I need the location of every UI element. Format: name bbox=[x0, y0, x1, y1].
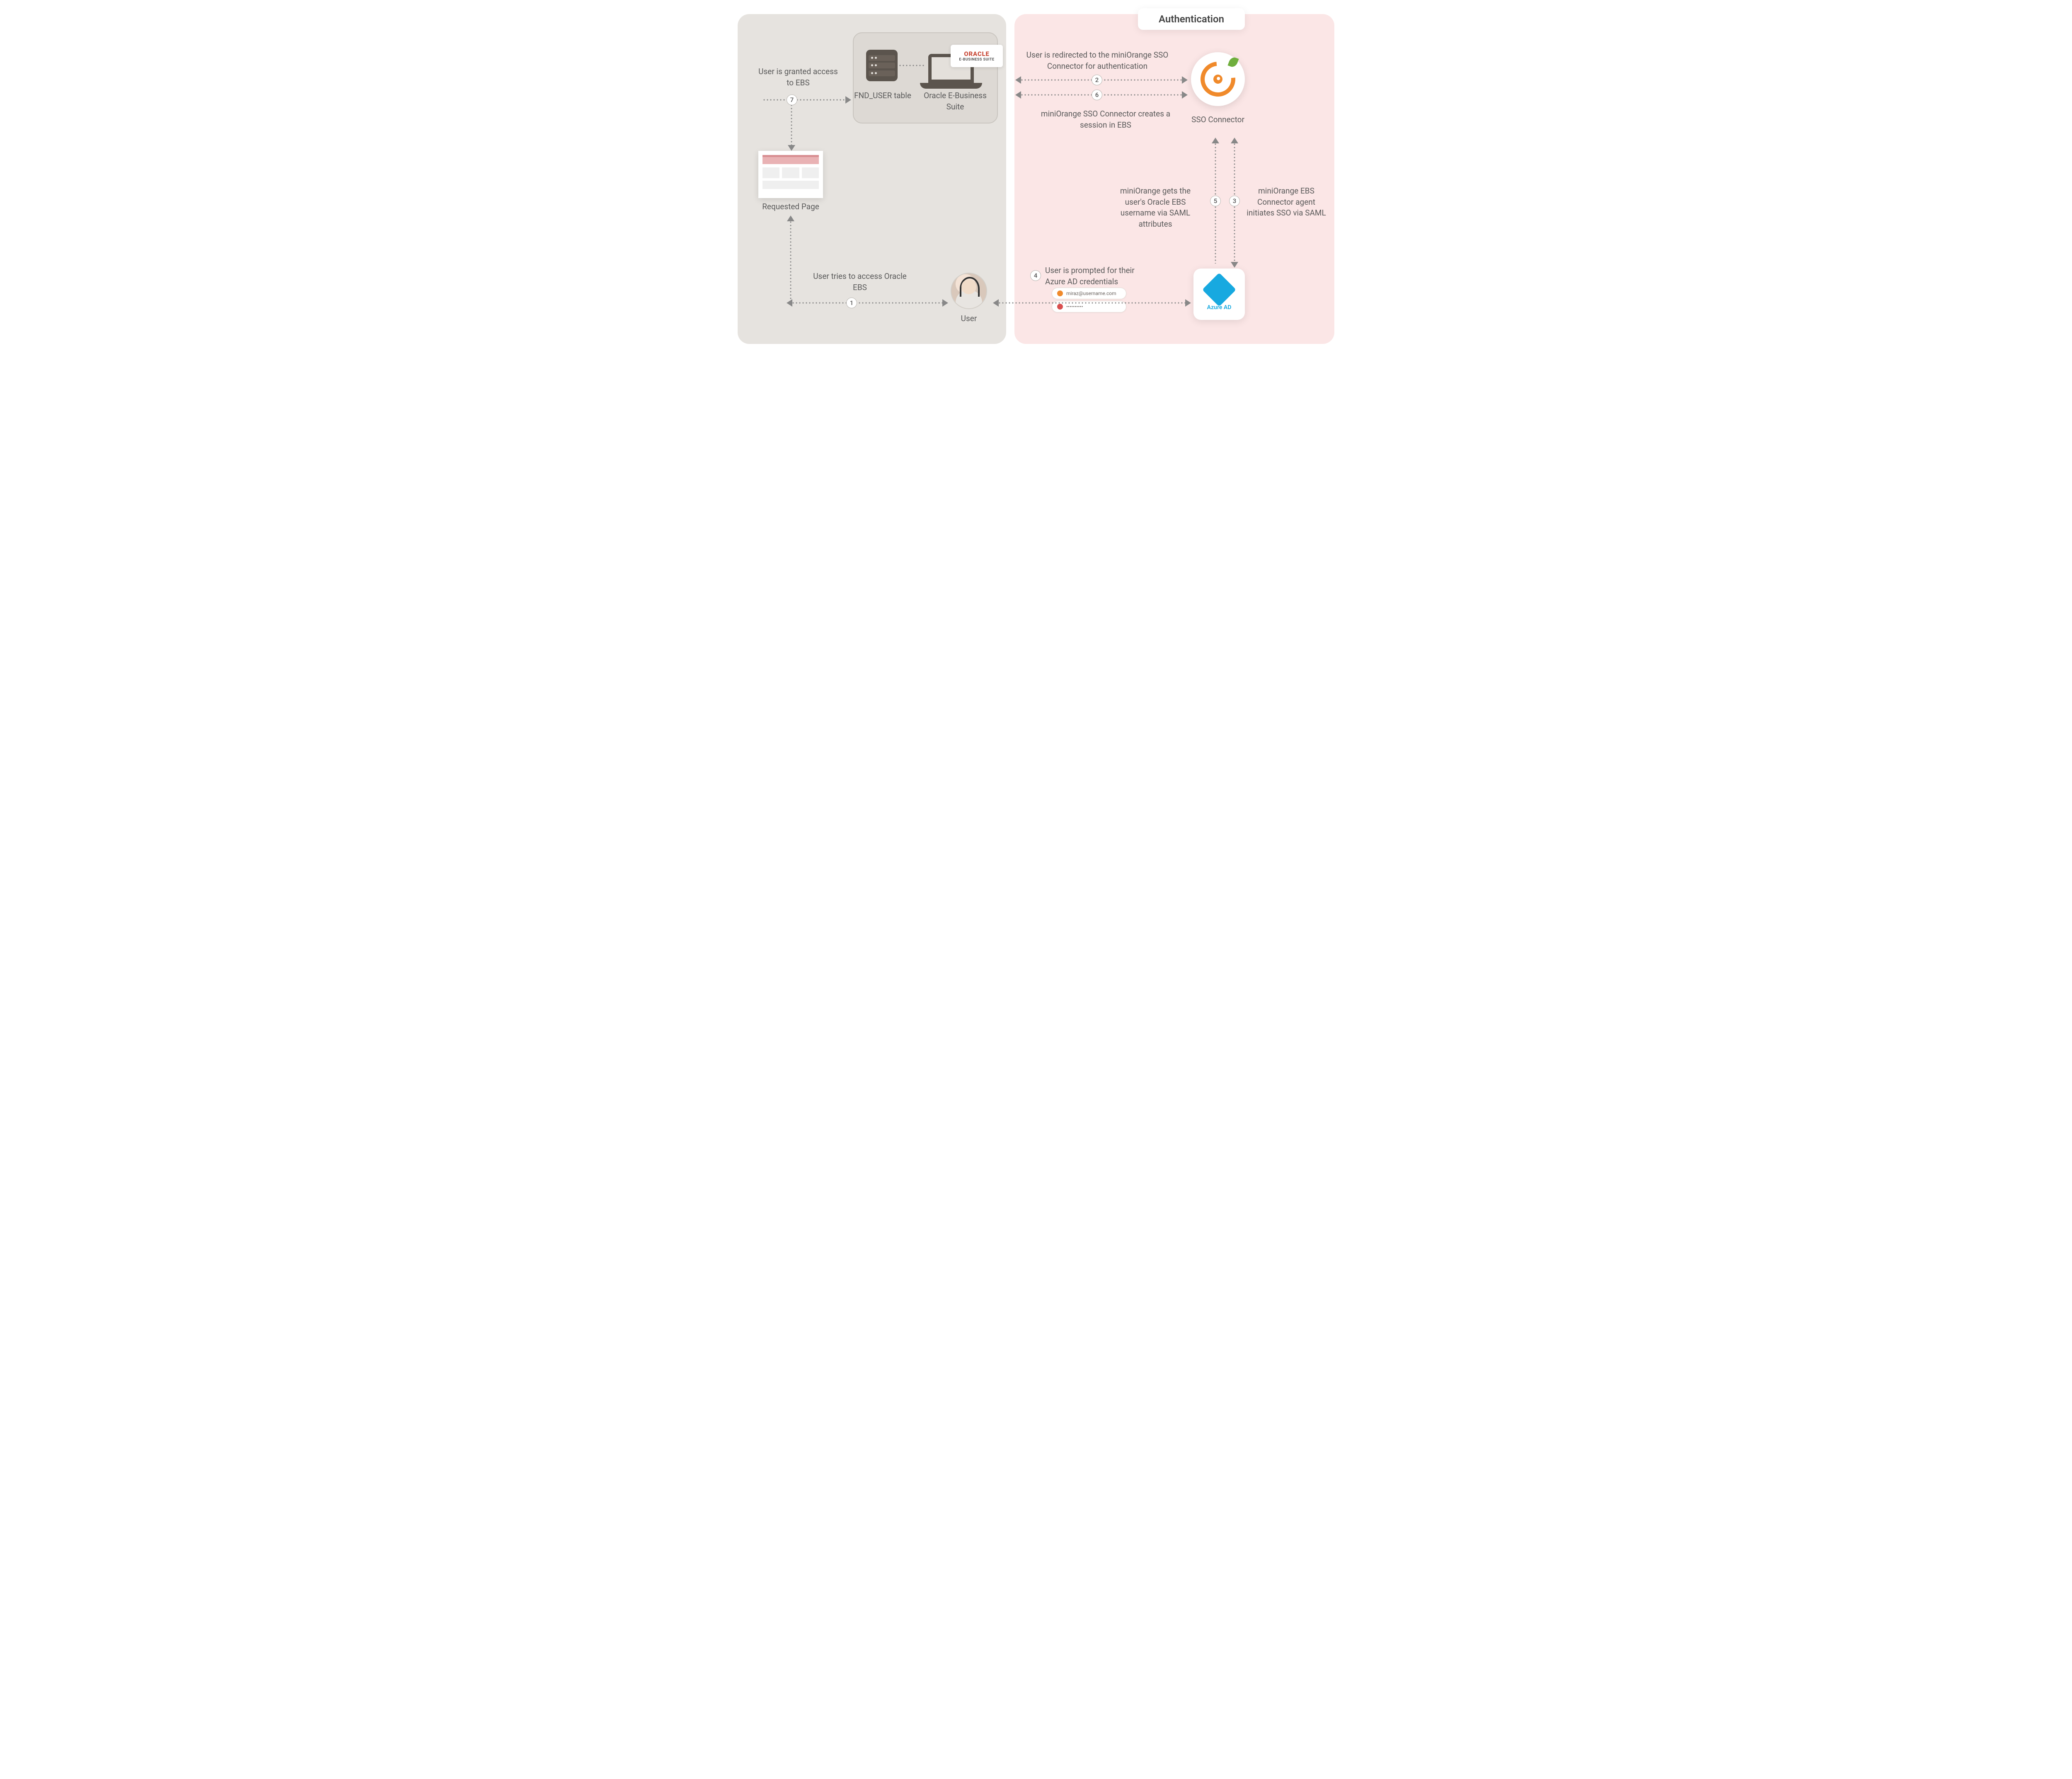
user-avatar-icon bbox=[951, 273, 987, 309]
step5-text: miniOrange gets the user's Oracle EBS us… bbox=[1110, 186, 1201, 230]
step6-text: miniOrange SSO Connector creates a sessi… bbox=[1039, 109, 1172, 131]
step4-arrow-left bbox=[993, 299, 999, 307]
step3-arrow-down bbox=[1231, 262, 1238, 268]
step6-badge: 6 bbox=[1092, 90, 1102, 100]
fnd-user-label: FND_USER table bbox=[854, 90, 912, 102]
step3-text: miniOrange EBS Connector agent initiates… bbox=[1245, 186, 1328, 219]
step1-text: User tries to access Oracle EBS bbox=[812, 271, 908, 293]
step4-badge: 4 bbox=[1030, 270, 1041, 281]
step7-line-vert bbox=[791, 100, 792, 147]
azure-ad-icon: Azure AD bbox=[1193, 269, 1245, 320]
oracle-brand-text: ORACLE bbox=[964, 50, 989, 58]
step3-badge: 3 bbox=[1229, 196, 1240, 206]
step2-text: User is redirected to the miniOrange SSO… bbox=[1023, 50, 1172, 72]
step2-badge: 2 bbox=[1092, 75, 1102, 85]
step7-arrow bbox=[845, 96, 851, 104]
requested-page-icon bbox=[758, 151, 823, 198]
step1-line bbox=[792, 302, 945, 304]
sso-connector-label: SSO Connector bbox=[1191, 114, 1245, 126]
step4-text: User is prompted for their Azure AD cred… bbox=[1045, 265, 1145, 287]
auth-title-badge: Authentication bbox=[1138, 8, 1245, 30]
step5-arrow-up bbox=[1212, 138, 1219, 143]
connector-line bbox=[898, 65, 925, 66]
user-circle-icon bbox=[1057, 290, 1063, 296]
step2-arrow-left bbox=[1015, 76, 1021, 84]
sample-username-field: miraz@username.com bbox=[1052, 288, 1126, 299]
database-server-icon bbox=[866, 50, 898, 81]
step6-line bbox=[1020, 94, 1184, 96]
oracle-ebs-label: Oracle E-Business Suite bbox=[918, 90, 992, 112]
step6-arrow-right bbox=[1182, 91, 1188, 99]
requested-page-label: Requested Page bbox=[746, 201, 835, 213]
sample-password-mask: •••••••••• bbox=[1066, 304, 1083, 310]
oracle-ebs-subtext: E-BUSINESS SUITE bbox=[959, 58, 994, 62]
step1-arrow-right bbox=[942, 299, 948, 307]
step2-arrow-right bbox=[1182, 76, 1188, 84]
user-label: User bbox=[948, 313, 990, 324]
step3-arrow-up bbox=[1231, 138, 1238, 143]
step1-arrow-left bbox=[787, 299, 792, 307]
step4-arrow-right bbox=[1185, 299, 1191, 307]
sample-username-text: miraz@username.com bbox=[1066, 290, 1116, 296]
step5-badge: 5 bbox=[1210, 196, 1221, 206]
laptop-icon: ORACLE E-BUSINESS SUITE bbox=[924, 54, 978, 89]
step1-badge: 1 bbox=[846, 298, 857, 308]
step7-text: User is granted access to EBS bbox=[757, 66, 840, 88]
ebs-group-box: ORACLE E-BUSINESS SUITE FND_USER table O… bbox=[853, 32, 998, 123]
oracle-ebs-tag: ORACLE E-BUSINESS SUITE bbox=[951, 45, 1003, 67]
step1-arrow-up bbox=[787, 215, 794, 221]
sso-connector-icon bbox=[1191, 52, 1245, 106]
lock-icon bbox=[1057, 304, 1063, 310]
step6-arrow-left bbox=[1015, 91, 1021, 99]
step7-line bbox=[762, 99, 848, 101]
step4-line bbox=[998, 302, 1188, 304]
step1-line-vert bbox=[790, 220, 792, 303]
step7-badge: 7 bbox=[787, 94, 797, 105]
diagram-canvas: Authentication ORACLE E-BUSINESS SUITE F… bbox=[738, 8, 1334, 344]
step2-line bbox=[1020, 79, 1184, 81]
step7-arrow-down bbox=[788, 145, 795, 151]
